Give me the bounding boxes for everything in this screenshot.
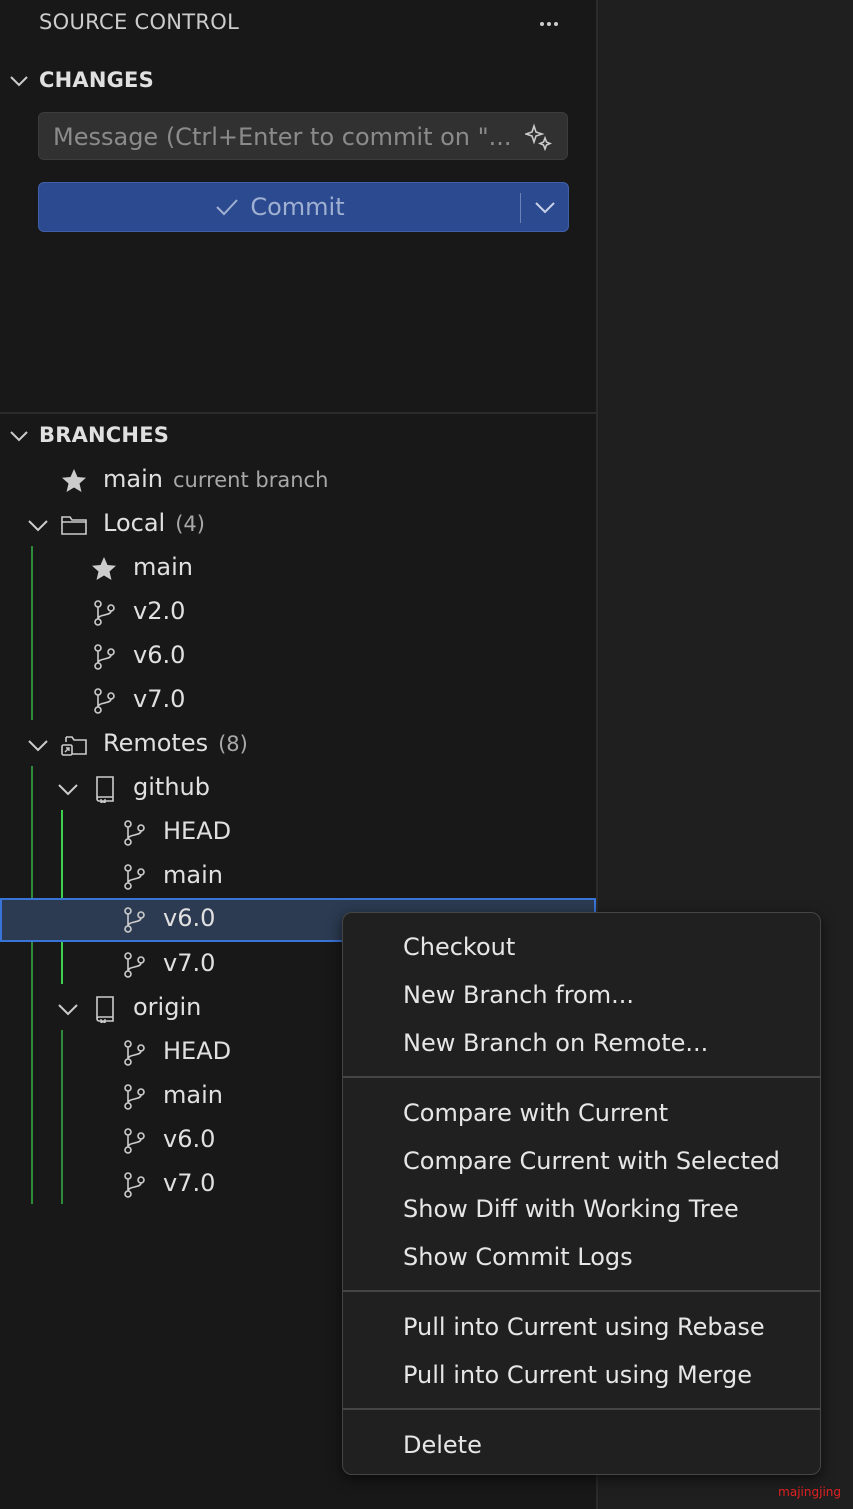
local-branches-row[interactable]: Local (4) <box>0 503 596 547</box>
branch-label: main <box>163 1081 223 1109</box>
star-icon <box>62 469 86 492</box>
git-branch-icon <box>124 1172 145 1198</box>
git-branch-icon <box>124 1128 145 1154</box>
git-branch-icon <box>124 907 145 933</box>
menu-item-delete[interactable]: Delete <box>343 1423 820 1467</box>
chevron-down-icon <box>58 1004 78 1016</box>
check-icon <box>216 199 239 216</box>
local-branch-v6[interactable]: v6.0 <box>0 635 596 679</box>
branch-label: v7.0 <box>163 949 216 977</box>
branches-section-header[interactable]: BRANCHES <box>0 417 596 457</box>
branch-label: v7.0 <box>163 1169 216 1197</box>
github-branch-head[interactable]: HEAD <box>0 811 596 855</box>
branch-label: v6.0 <box>133 641 186 669</box>
git-branch-icon <box>124 952 145 978</box>
sparkle-icon[interactable] <box>525 123 553 151</box>
github-branch-main[interactable]: main <box>0 855 596 899</box>
repo-icon <box>96 776 114 803</box>
git-branch-icon <box>124 820 145 846</box>
commit-message-box[interactable] <box>38 112 568 161</box>
menu-separator <box>343 1076 820 1078</box>
menu-item-label: Compare with Current <box>403 1099 669 1127</box>
chevron-down-icon <box>28 740 48 752</box>
watermark: majingjing <box>778 1485 841 1499</box>
commit-label: Commit <box>250 193 345 221</box>
git-branch-icon <box>94 644 115 670</box>
current-branch-name: main <box>103 465 163 493</box>
menu-item-label: Pull into Current using Rebase <box>403 1313 765 1341</box>
branch-label: v6.0 <box>163 904 216 932</box>
chevron-down-icon <box>28 520 48 532</box>
menu-item-label: Checkout <box>403 933 516 961</box>
menu-item-new-branch-on-remote[interactable]: New Branch on Remote... <box>343 1021 820 1065</box>
commit-message-input[interactable] <box>51 113 525 161</box>
menu-item-show-diff[interactable]: Show Diff with Working Tree <box>343 1187 820 1231</box>
menu-separator <box>343 1408 820 1410</box>
commit-button[interactable]: Commit <box>38 182 569 232</box>
menu-item-label: Compare Current with Selected <box>403 1147 780 1175</box>
chevron-down-icon <box>10 76 28 87</box>
git-branch-icon <box>94 600 115 626</box>
panel-title: SOURCE CONTROL <box>39 10 240 34</box>
remote-folder-icon <box>61 736 87 756</box>
menu-item-new-branch-from[interactable]: New Branch from... <box>343 973 820 1017</box>
repo-icon <box>96 996 114 1023</box>
menu-item-label: Pull into Current using Merge <box>403 1361 752 1389</box>
changes-label: CHANGES <box>39 68 154 92</box>
chevron-down-icon <box>10 431 28 442</box>
local-branch-v7[interactable]: v7.0 <box>0 679 596 723</box>
menu-item-label: New Branch from... <box>403 981 634 1009</box>
branch-label: main <box>133 553 193 581</box>
menu-item-compare-with-current[interactable]: Compare with Current <box>343 1091 820 1135</box>
commit-main-action[interactable]: Commit <box>39 183 520 231</box>
current-branch-description: current branch <box>172 468 329 492</box>
remote-name: github <box>133 773 210 801</box>
menu-item-checkout[interactable]: Checkout <box>343 925 820 969</box>
menu-item-show-commit-logs[interactable]: Show Commit Logs <box>343 1235 820 1279</box>
menu-item-label: Delete <box>403 1431 482 1459</box>
star-icon <box>92 557 116 580</box>
branch-label: HEAD <box>163 817 232 845</box>
git-branch-icon <box>124 1040 145 1066</box>
git-branch-icon <box>124 864 145 890</box>
menu-item-compare-current-with-selected[interactable]: Compare Current with Selected <box>343 1139 820 1183</box>
chevron-down-icon <box>535 202 555 214</box>
menu-separator <box>343 1290 820 1292</box>
branch-label: v7.0 <box>133 685 186 713</box>
branch-label: main <box>163 861 223 889</box>
remote-github-row[interactable]: github <box>0 767 596 811</box>
folder-icon <box>61 516 87 535</box>
git-branch-icon <box>124 1084 145 1110</box>
local-label: Local <box>103 509 166 537</box>
branch-label: HEAD <box>163 1037 232 1065</box>
changes-section-header[interactable]: CHANGES <box>0 62 596 102</box>
branch-label: v6.0 <box>163 1125 216 1153</box>
remotes-label: Remotes <box>103 729 209 757</box>
local-branch-main[interactable]: main <box>0 547 596 591</box>
menu-item-label: Show Diff with Working Tree <box>403 1195 739 1223</box>
menu-item-label: New Branch on Remote... <box>403 1029 709 1057</box>
menu-item-pull-merge[interactable]: Pull into Current using Merge <box>343 1353 820 1397</box>
section-divider <box>0 412 596 414</box>
chevron-down-icon <box>58 784 78 796</box>
local-count: (4) <box>175 512 205 536</box>
remotes-row[interactable]: Remotes (8) <box>0 723 596 767</box>
branch-context-menu: Checkout New Branch from... New Branch o… <box>342 912 821 1475</box>
menu-item-pull-rebase[interactable]: Pull into Current using Rebase <box>343 1305 820 1349</box>
menu-item-label: Show Commit Logs <box>403 1243 633 1271</box>
git-branch-icon <box>94 688 115 714</box>
ellipsis-icon[interactable] <box>536 6 564 34</box>
branch-label: v2.0 <box>133 597 186 625</box>
remotes-count: (8) <box>218 732 248 756</box>
current-branch-row[interactable]: main current branch <box>0 459 596 503</box>
commit-dropdown-button[interactable] <box>521 183 569 231</box>
branches-label: BRANCHES <box>39 423 170 447</box>
local-branch-v2[interactable]: v2.0 <box>0 591 596 635</box>
remote-name: origin <box>133 993 202 1021</box>
